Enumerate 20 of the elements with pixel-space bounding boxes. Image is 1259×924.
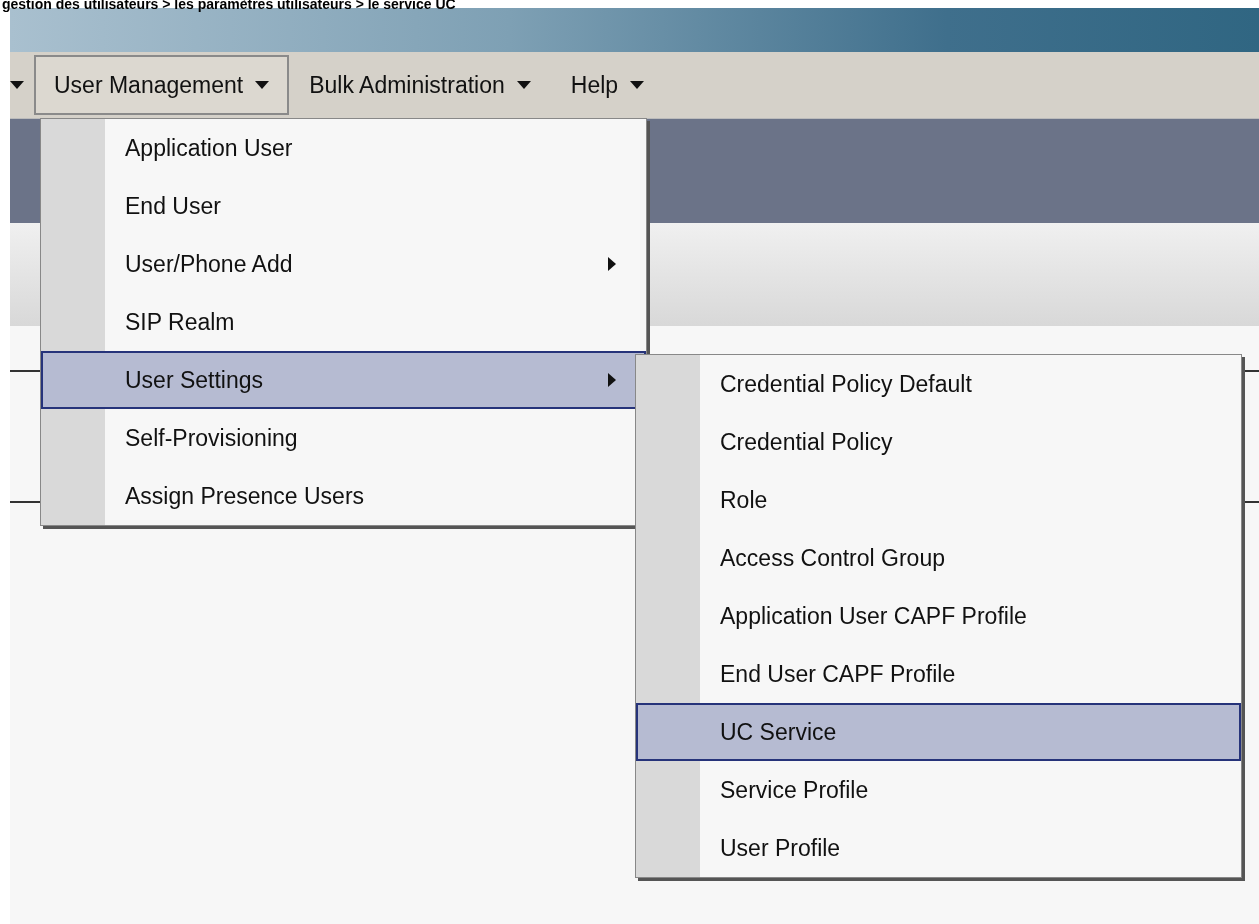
caret-icon [516, 81, 531, 89]
menu-item[interactable]: User Settings [41, 351, 646, 409]
menu-item[interactable]: Credential Policy [636, 413, 1241, 471]
menu-item[interactable]: SIP Realm [41, 293, 646, 351]
menu-item[interactable]: End User CAPF Profile [636, 645, 1241, 703]
caret-icon [630, 81, 645, 89]
menu-item[interactable]: User Profile [636, 819, 1241, 877]
menu-item[interactable]: Application User CAPF Profile [636, 587, 1241, 645]
menu-item[interactable]: Access Control Group [636, 529, 1241, 587]
menu-item[interactable]: Role [636, 471, 1241, 529]
menu-bar-item[interactable]: Bulk Administration [289, 55, 551, 115]
menu-item[interactable]: End User [41, 177, 646, 235]
menu-bar-item[interactable]: User Management [34, 55, 290, 115]
menu-item[interactable]: User/Phone Add [41, 235, 646, 293]
menu-item[interactable]: Service Profile [636, 761, 1241, 819]
caret-icon [255, 81, 270, 89]
menu-item[interactable]: Application User [41, 119, 646, 177]
menu-item[interactable]: UC Service [636, 703, 1241, 761]
menu-bar-item[interactable]: Help [550, 55, 665, 115]
caret-icon [10, 81, 24, 89]
